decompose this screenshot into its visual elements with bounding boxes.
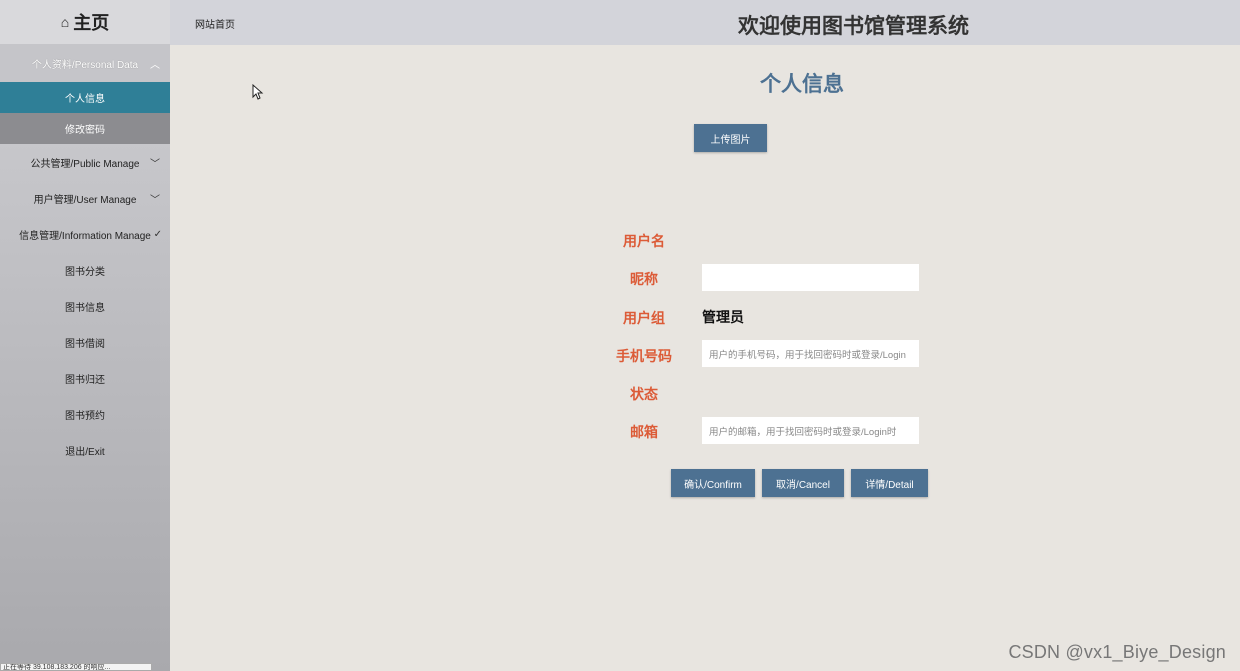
sidebar-item-personal-info[interactable]: 个人信息 bbox=[0, 82, 170, 113]
sidebar-item-label: 图书信息 bbox=[65, 302, 105, 314]
browser-status-bar: 正在等待 39.108.183.206 的响应... bbox=[0, 663, 152, 671]
home-icon: ⌂ bbox=[60, 14, 70, 30]
nickname-label: 昵称 bbox=[630, 271, 658, 287]
top-header: 网站首页 欢迎使用图书馆管理系统 bbox=[170, 0, 1240, 45]
cancel-button[interactable]: 取消/Cancel bbox=[762, 469, 844, 497]
menu-group-public-manage[interactable]: 公共管理/Public Manage ﹀ bbox=[0, 144, 170, 180]
sidebar-item-label: 修改密码 bbox=[65, 125, 105, 136]
sidebar-item-book-reserve[interactable]: 图书预约 bbox=[0, 396, 170, 432]
sidebar-item-book-borrow[interactable]: 图书借阅 bbox=[0, 324, 170, 360]
site-home-link[interactable]: 网站首页 bbox=[195, 16, 235, 31]
confirm-button[interactable]: 确认/Confirm bbox=[671, 469, 755, 497]
sidebar-item-book-category[interactable]: 图书分类 bbox=[0, 252, 170, 288]
menu-group-label: 公共管理/Public Manage bbox=[30, 158, 140, 170]
email-field[interactable]: 用户的邮箱，用于找回密码时或登录/Login时 bbox=[702, 417, 919, 444]
menu-group-label: 信息管理/Information Manage bbox=[19, 230, 151, 242]
menu-group-label: 个人资料/Personal Data bbox=[31, 59, 139, 71]
sidebar-item-book-info[interactable]: 图书信息 bbox=[0, 288, 170, 324]
status-label: 状态 bbox=[630, 386, 658, 402]
chevron-down-icon: ✓ bbox=[153, 228, 162, 240]
upload-image-button[interactable]: 上传图片 bbox=[694, 124, 767, 152]
sidebar-item-change-password[interactable]: 修改密码 bbox=[0, 113, 170, 144]
phone-label: 手机号码 bbox=[616, 348, 672, 364]
user-group-value: 管理员 bbox=[702, 309, 744, 325]
mouse-cursor-icon bbox=[252, 84, 264, 100]
menu-group-user-manage[interactable]: 用户管理/User Manage ﹀ bbox=[0, 180, 170, 216]
sidebar: ⌂ 主页 个人资料/Personal Data ︿ 个人信息 修改密码 公共管理… bbox=[0, 0, 170, 671]
sidebar-item-label: 图书借阅 bbox=[65, 338, 105, 350]
chevron-down-icon: ﹀ bbox=[150, 158, 160, 170]
page-title: 个人信息 bbox=[760, 73, 844, 96]
sidebar-item-label: 退出/Exit bbox=[65, 446, 105, 458]
sidebar-item-label: 个人信息 bbox=[65, 94, 105, 105]
detail-button[interactable]: 详情/Detail bbox=[851, 469, 928, 497]
sidebar-home-label: 主页 bbox=[73, 13, 110, 33]
menu-group-personal-data[interactable]: 个人资料/Personal Data ︿ bbox=[0, 44, 170, 82]
menu-group-information-manage[interactable]: 信息管理/Information Manage ✓ bbox=[0, 216, 170, 252]
menu-group-label: 用户管理/User Manage bbox=[33, 194, 137, 206]
chevron-down-icon: ﹀ bbox=[150, 194, 160, 206]
sidebar-item-exit[interactable]: 退出/Exit bbox=[0, 432, 170, 468]
sidebar-item-label: 图书分类 bbox=[65, 266, 105, 278]
sidebar-item-label: 图书归还 bbox=[65, 374, 105, 386]
watermark: CSDN @vx1_Biye_Design bbox=[1008, 642, 1226, 662]
email-label: 邮箱 bbox=[630, 424, 658, 440]
sidebar-home[interactable]: ⌂ 主页 bbox=[0, 0, 170, 44]
username-label: 用户名 bbox=[623, 233, 665, 249]
sidebar-item-book-return[interactable]: 图书归还 bbox=[0, 360, 170, 396]
chevron-up-icon: ︿ bbox=[150, 59, 160, 71]
nickname-field[interactable] bbox=[702, 264, 919, 291]
sidebar-item-label: 图书预约 bbox=[65, 410, 105, 422]
app-title: 欢迎使用图书馆管理系统 bbox=[738, 15, 969, 38]
user-group-label: 用户组 bbox=[623, 310, 665, 326]
phone-field[interactable]: 用户的手机号码，用于找回密码时或登录/Login bbox=[702, 340, 919, 367]
